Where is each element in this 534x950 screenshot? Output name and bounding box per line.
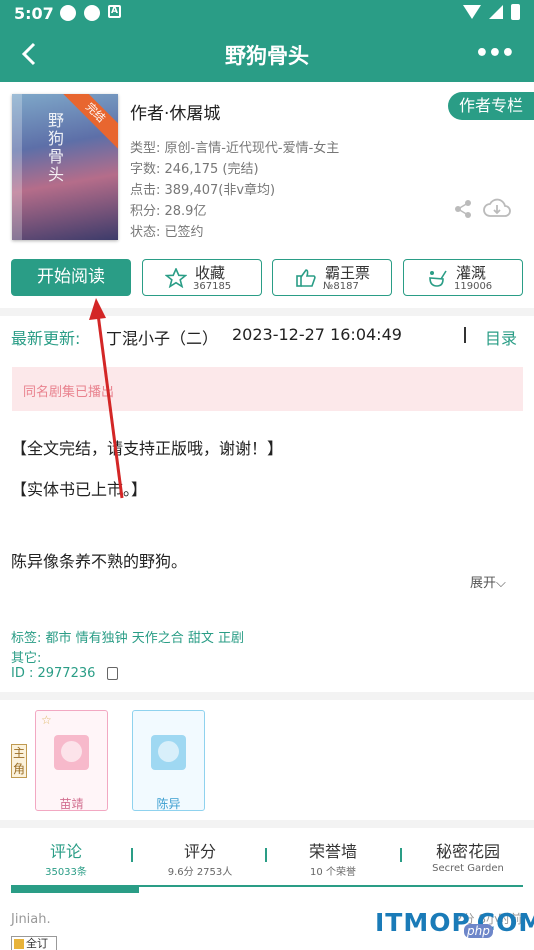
star-icon: ☆: [41, 713, 52, 727]
app-notification-icon: [84, 5, 100, 21]
table-of-contents-button[interactable]: 目录: [485, 325, 517, 349]
notice-banner[interactable]: 同名剧集已播出: [12, 367, 523, 411]
tab-title: 评分: [183, 842, 216, 861]
tab-separator: [265, 848, 267, 862]
description-line: 陈异像条养不熟的野狗。: [11, 552, 188, 571]
favorite-label: 收藏: [195, 264, 226, 282]
thumbs-up-icon: [296, 269, 316, 287]
subscriber-badge: 全订: [11, 936, 57, 950]
page-title: 野狗骨头: [225, 44, 309, 68]
tab-comments[interactable]: 评论 35033条: [38, 838, 94, 878]
irrigate-count: 119006: [454, 281, 493, 292]
start-reading-button[interactable]: 开始阅读: [11, 259, 131, 296]
bawang-count: №8187: [323, 281, 359, 292]
book-points: 积分: 28.9亿: [130, 204, 207, 219]
book-cover[interactable]: 野狗骨头 完结: [12, 94, 118, 240]
author-column-button[interactable]: 作者专栏: [448, 92, 534, 120]
battery-icon: [511, 4, 520, 20]
character-avatar: [151, 735, 186, 770]
wifi-icon: [463, 5, 481, 19]
watermark-badge: php: [464, 924, 493, 938]
book-word-count: 字数: 246,175 (完结): [130, 162, 259, 177]
tab-rating[interactable]: 评分 9.6分 2753人: [160, 838, 240, 878]
character-name: 苗靖: [59, 797, 84, 811]
tab-honor-wall[interactable]: 荣誉墙 10 个荣誉: [295, 838, 371, 878]
tab-separator: [400, 848, 402, 862]
notice-text: 同名剧集已播出: [23, 385, 115, 400]
tab-title: 荣誉墙: [308, 842, 357, 861]
protagonist-tag: 主角: [11, 744, 27, 778]
description-line: 【实体书已上市。】: [11, 480, 148, 499]
bawang-ticket-button[interactable]: 霸王票 №8187: [272, 259, 392, 296]
cover-spine: [12, 94, 22, 240]
a-notification-icon: A: [108, 5, 121, 18]
latest-update-section: 最新更新: 丁混小子（二） 2023-12-27 16:04:49 目录 同名剧…: [0, 316, 534, 420]
book-genre: 类型: 原创-言情-近代现代-爱情-女主: [130, 141, 340, 156]
active-tab-indicator: [11, 886, 139, 893]
character-avatar: [54, 735, 89, 770]
comment-username[interactable]: Jiniah.: [11, 912, 51, 927]
expand-button[interactable]: 展开⌵: [470, 572, 506, 591]
book-clicks: 点击: 389,407(非v章均): [130, 183, 276, 198]
character-name: 陈异: [156, 797, 181, 811]
book-status: 状态: 已签约: [130, 225, 204, 240]
author-name[interactable]: 作者·休屠城: [130, 99, 220, 124]
book-id: ID : 2977236: [11, 666, 96, 681]
signal-icon: [489, 5, 503, 19]
irrigate-label: 灌溉: [456, 264, 487, 282]
status-time: 5:07: [14, 4, 54, 23]
tab-subtitle: 35033条: [45, 867, 87, 878]
tab-title: 秘密花园: [435, 842, 500, 861]
latest-update-time: 2023-12-27 16:04:49: [232, 325, 402, 344]
watering-can-icon: [429, 270, 447, 287]
book-info-card: 野狗骨头 完结 作者·休屠城 作者专栏 类型: 原创-言情-近代现代-爱情-女主…: [0, 82, 534, 308]
book-description: 【全文完结，请支持正版哦，谢谢！】 【实体书已上市。】 陈异像条养不熟的野狗。 …: [0, 420, 534, 692]
tab-subtitle: 9.6分 2753人: [167, 867, 233, 878]
favorite-count: 367185: [193, 281, 232, 292]
copy-icon[interactable]: [107, 667, 118, 680]
cloud-download-icon[interactable]: [482, 196, 512, 220]
divider: [464, 327, 466, 343]
expand-label: 展开: [470, 576, 497, 591]
notification-icons: A: [60, 5, 121, 21]
bawang-label: 霸王票: [325, 264, 371, 282]
watermark: ITMOP.COM php: [375, 908, 534, 938]
more-options-icon[interactable]: •••: [475, 41, 515, 66]
character-card[interactable]: ☆ 苗靖: [35, 710, 108, 811]
favorite-button[interactable]: 收藏 367185: [142, 259, 262, 296]
status-bar: 5:07 A: [0, 0, 534, 26]
book-tags[interactable]: 标签: 都市 情有独钟 天作之合 甜文 正剧: [11, 627, 244, 646]
system-icons: [463, 4, 520, 20]
tab-secret-garden[interactable]: 秘密花园 Secret Garden: [425, 838, 511, 874]
character-card[interactable]: 陈异: [132, 710, 205, 811]
tab-title: 评论: [49, 842, 82, 861]
star-icon: [165, 268, 187, 288]
characters-section: 主角 ☆ 苗靖 陈异: [0, 700, 534, 820]
app-bar: 野狗骨头 •••: [0, 26, 534, 82]
book-other: 其它:: [11, 651, 42, 666]
latest-update-label: 最新更新:: [11, 329, 81, 348]
latest-chapter-title[interactable]: 丁混小子（二）: [106, 325, 218, 349]
app-notification-icon: [60, 5, 76, 21]
tab-separator: [131, 848, 133, 862]
tab-subtitle: Secret Garden: [432, 863, 504, 874]
description-line: 【全文完结，请支持正版哦，谢谢！】: [11, 439, 284, 458]
cover-title: 野狗骨头: [45, 112, 64, 184]
chevron-down-icon: ⌵: [496, 576, 506, 591]
share-icon[interactable]: [453, 199, 473, 219]
irrigate-button[interactable]: 灌溉 119006: [403, 259, 523, 296]
watermark-text: ITMOP.COM: [375, 908, 534, 937]
tab-subtitle: 10 个荣誉: [310, 867, 356, 878]
